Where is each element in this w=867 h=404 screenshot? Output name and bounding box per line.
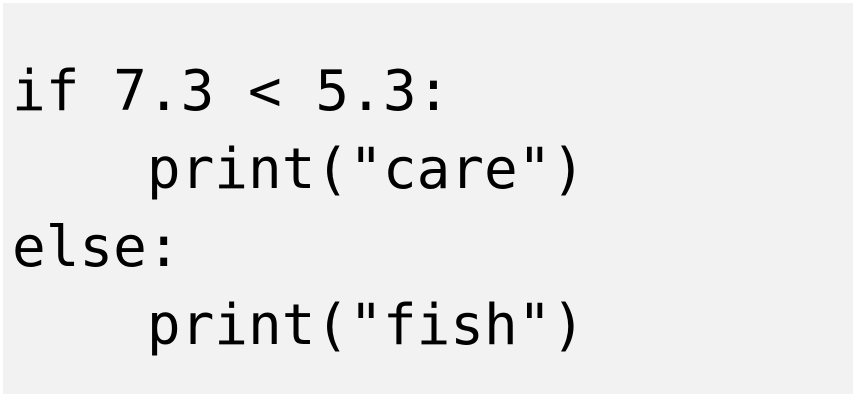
code-block: if 7.3 < 5.3: print("care") else: print("… bbox=[12, 53, 585, 365]
code-line-print-care: print("care") bbox=[12, 137, 586, 202]
code-line-if: if 7.3 < 5.3: bbox=[12, 59, 451, 124]
code-line-print-fish: print("fish") bbox=[12, 293, 586, 358]
code-line-else: else: bbox=[12, 215, 181, 280]
code-panel: if 7.3 < 5.3: print("care") else: print("… bbox=[3, 3, 853, 394]
